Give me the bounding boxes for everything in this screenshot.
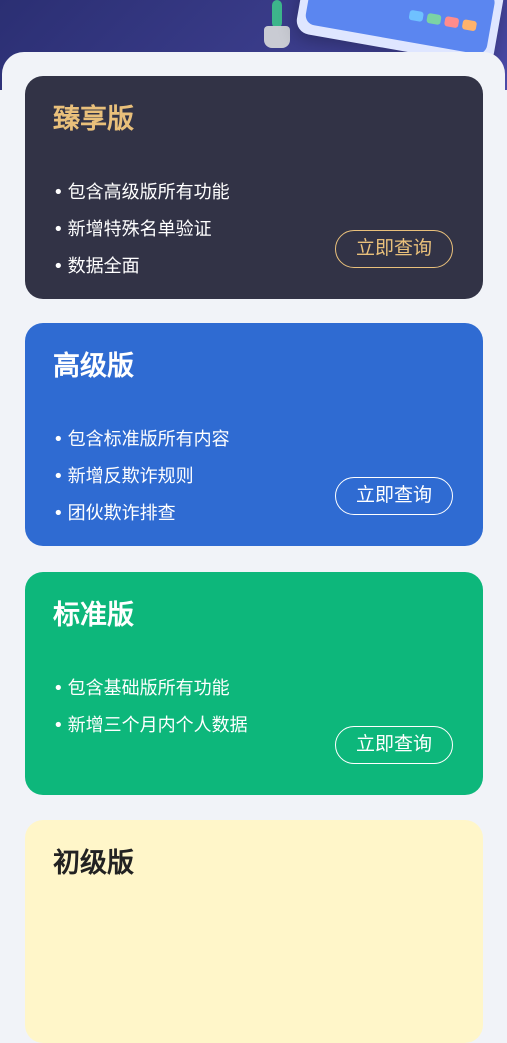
plan-card-standard: 标准版 包含基础版所有功能 新增三个月内个人数据 立即查询: [25, 572, 483, 795]
feature-item: 包含标准版所有内容: [53, 421, 455, 458]
plan-card-premium: 臻享版 包含高级版所有功能 新增特殊名单验证 数据全面 立即查询: [25, 76, 483, 299]
plan-card-basic: 初级版: [25, 820, 483, 1043]
query-now-button[interactable]: 立即查询: [335, 477, 453, 515]
plan-title: 标准版: [53, 600, 134, 631]
feature-item: 包含基础版所有功能: [53, 670, 455, 707]
query-now-button[interactable]: 立即查询: [335, 726, 453, 764]
query-now-button[interactable]: 立即查询: [335, 230, 453, 268]
plant-illustration-icon: [262, 0, 292, 50]
plan-title: 初级版: [53, 848, 134, 879]
plan-title: 高级版: [53, 351, 134, 382]
feature-item: 包含高级版所有功能: [53, 174, 455, 211]
plan-title: 臻享版: [53, 104, 134, 135]
plan-card-advanced: 高级版 包含标准版所有内容 新增反欺诈规则 团伙欺诈排查 立即查询: [25, 323, 483, 546]
